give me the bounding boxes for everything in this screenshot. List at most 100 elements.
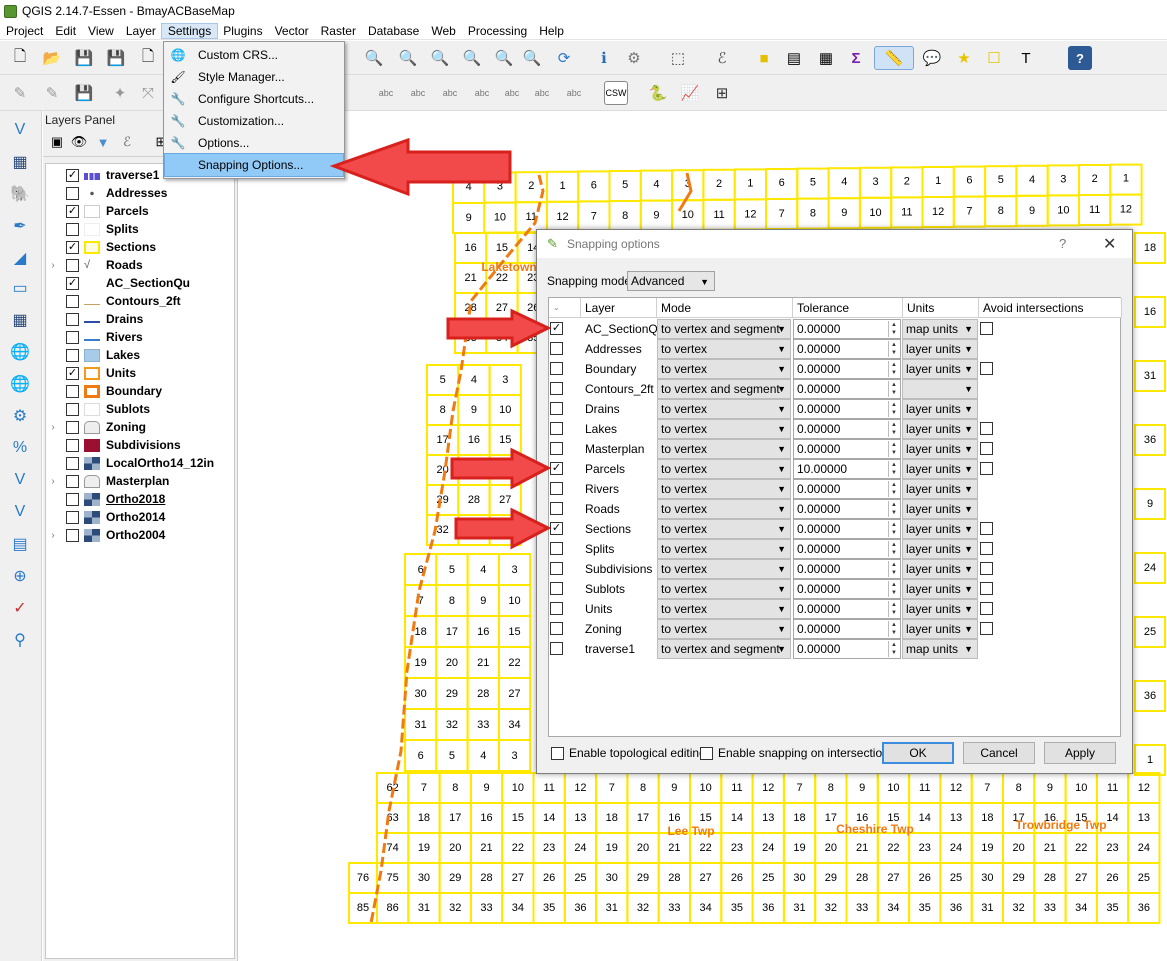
layer-visibility-checkbox[interactable] (66, 474, 79, 488)
menu-raster[interactable]: Raster (315, 24, 362, 38)
tolerance-input[interactable]: 0.00000 ▲ ▼ (793, 539, 901, 559)
menu-plugins[interactable]: Plugins (217, 24, 268, 38)
add-wcs-layer-icon[interactable]: 🌐 (7, 339, 33, 365)
units-select[interactable]: ▼ (902, 379, 978, 399)
snap-mode-select[interactable]: to vertex ▼ (657, 519, 791, 539)
spinbox-arrows-icon[interactable]: ▲ ▼ (888, 321, 899, 337)
layer-snap-checkbox[interactable]: ✓ (550, 322, 563, 335)
layer-snap-checkbox[interactable] (550, 622, 563, 635)
layer-item[interactable]: Splits (46, 220, 236, 238)
layer-visibility-checkbox[interactable] (66, 294, 79, 308)
zoom-layer-icon[interactable]: 🔍 (428, 46, 452, 70)
table-column-header[interactable]: Units (903, 298, 979, 318)
snap-mode-select[interactable]: to vertex ▼ (657, 499, 791, 519)
layer-item[interactable]: ✓ Parcels (46, 202, 236, 220)
avoid-intersections-checkbox[interactable] (980, 422, 993, 435)
avoid-intersections-checkbox[interactable] (980, 542, 993, 555)
new-spatialite-icon[interactable]: ▤ (7, 531, 33, 557)
new-project-icon[interactable]: 🗋 (8, 46, 32, 70)
menu-settings[interactable]: Settings (160, 22, 219, 39)
layer-visibility-checkbox[interactable] (66, 258, 79, 272)
menu-layer[interactable]: Layer (120, 24, 162, 38)
menu-vector[interactable]: Vector (269, 24, 315, 38)
snap-mode-select[interactable]: to vertex ▼ (657, 439, 791, 459)
layer-item[interactable]: ✓ Units (46, 364, 236, 382)
change-label-icon[interactable]: abc (562, 81, 586, 105)
layer-snap-checkbox[interactable] (550, 422, 563, 435)
avoid-intersections-checkbox[interactable] (980, 442, 993, 455)
layer-visibility-checkbox[interactable] (66, 456, 79, 470)
units-select[interactable]: layer units ▼ (902, 339, 978, 359)
table-column-header[interactable]: Layer (581, 298, 657, 318)
dialog-help-button[interactable]: ? (1059, 236, 1066, 251)
layer-snap-checkbox[interactable]: ✓ (550, 522, 563, 535)
menu-project[interactable]: Project (0, 24, 49, 38)
layer-item[interactable]: Addresses (46, 184, 236, 202)
layer-labeling-icon[interactable]: abc (406, 81, 430, 105)
add-virtual-layer-icon[interactable]: V (7, 467, 33, 493)
avoid-intersections-checkbox[interactable] (980, 562, 993, 575)
spinbox-arrows-icon[interactable]: ▲ ▼ (888, 461, 899, 477)
snap-mode-select[interactable]: to vertex ▼ (657, 559, 791, 579)
zoom-full-icon[interactable]: 🔍 (396, 46, 420, 70)
layer-item[interactable]: Ortho2018 (46, 490, 236, 508)
python-console-icon[interactable]: 🐍 (646, 81, 670, 105)
avoid-intersections-checkbox[interactable] (980, 602, 993, 615)
snap-mode-select[interactable]: to vertex ▼ (657, 399, 791, 419)
menu-edit[interactable]: Edit (49, 24, 82, 38)
layer-visibility-checkbox[interactable]: ✓ (66, 168, 79, 182)
add-wfs-vector-icon[interactable]: ⚙ (7, 403, 33, 429)
layer-item[interactable]: ✓ AC_SectionQu (46, 274, 236, 292)
layer-item[interactable]: Contours_2ft (46, 292, 236, 310)
layer-item[interactable]: Ortho2014 (46, 508, 236, 526)
filter-expression-icon[interactable]: ℰ (117, 131, 137, 153)
zoom-selection-icon[interactable]: 🔍 (460, 46, 484, 70)
spinbox-arrows-icon[interactable]: ▲ ▼ (888, 361, 899, 377)
spinbox-arrows-icon[interactable]: ▲ ▼ (888, 641, 899, 657)
units-select[interactable]: layer units ▼ (902, 479, 978, 499)
add-vector-layer-icon[interactable]: V (7, 117, 33, 143)
snap-mode-select[interactable]: to vertex ▼ (657, 459, 791, 479)
layer-visibility-checkbox[interactable]: ✓ (66, 240, 79, 254)
units-select[interactable]: map units ▼ (902, 319, 978, 339)
settings-menu-item[interactable]: 🌐 Custom CRS... (165, 44, 343, 66)
layer-snap-checkbox[interactable] (550, 542, 563, 555)
layer-snap-checkbox[interactable] (550, 342, 563, 355)
snap-mode-select[interactable]: to vertex ▼ (657, 579, 791, 599)
spinbox-arrows-icon[interactable]: ▲ ▼ (888, 541, 899, 557)
layer-item[interactable]: Boundary (46, 382, 236, 400)
layer-item[interactable]: › √ Roads (46, 256, 236, 274)
measure-line-icon[interactable]: 📏 (874, 46, 914, 70)
layer-item[interactable]: Sublots (46, 400, 236, 418)
ok-button[interactable]: OK (882, 742, 954, 764)
snapping-mode-select[interactable]: Advanced ▼ (627, 271, 715, 291)
show-bookmarks-icon[interactable]: ☐ (982, 46, 1006, 70)
layer-visibility-checkbox[interactable]: ✓ (66, 276, 79, 290)
menu-view[interactable]: View (82, 24, 120, 38)
units-select[interactable]: map units ▼ (902, 639, 978, 659)
layer-visibility-checkbox[interactable] (66, 312, 79, 326)
add-raster-layer-icon[interactable]: ▦ (7, 149, 33, 175)
pin-labels-icon[interactable]: abc (438, 81, 462, 105)
spinbox-arrows-icon[interactable]: ▲ ▼ (888, 621, 899, 637)
settings-menu-item[interactable]: 🔧 Options... (165, 132, 343, 154)
spinbox-arrows-icon[interactable]: ▲ ▼ (888, 441, 899, 457)
snap-intersection-checkbox[interactable] (700, 746, 713, 760)
layer-snap-checkbox[interactable] (550, 562, 563, 575)
new-bookmark-icon[interactable]: ★ (952, 46, 976, 70)
snap-mode-select[interactable]: to vertex ▼ (657, 619, 791, 639)
units-select[interactable]: layer units ▼ (902, 359, 978, 379)
units-select[interactable]: layer units ▼ (902, 419, 978, 439)
layer-item[interactable]: Lakes (46, 346, 236, 364)
topological-editing-checkbox[interactable] (551, 746, 564, 760)
layer-visibility-checkbox[interactable] (66, 438, 79, 452)
units-select[interactable]: layer units ▼ (902, 459, 978, 479)
layer-item[interactable]: Subdivisions (46, 436, 236, 454)
units-select[interactable]: layer units ▼ (902, 499, 978, 519)
save-project-icon[interactable]: 💾 (72, 46, 96, 70)
spinbox-arrows-icon[interactable]: ▲ ▼ (888, 561, 899, 577)
spinbox-arrows-icon[interactable]: ▲ ▼ (888, 581, 899, 597)
avoid-intersections-checkbox[interactable] (980, 622, 993, 635)
layer-snap-checkbox[interactable] (550, 502, 563, 515)
layer-item[interactable]: › Ortho2004 (46, 526, 236, 544)
